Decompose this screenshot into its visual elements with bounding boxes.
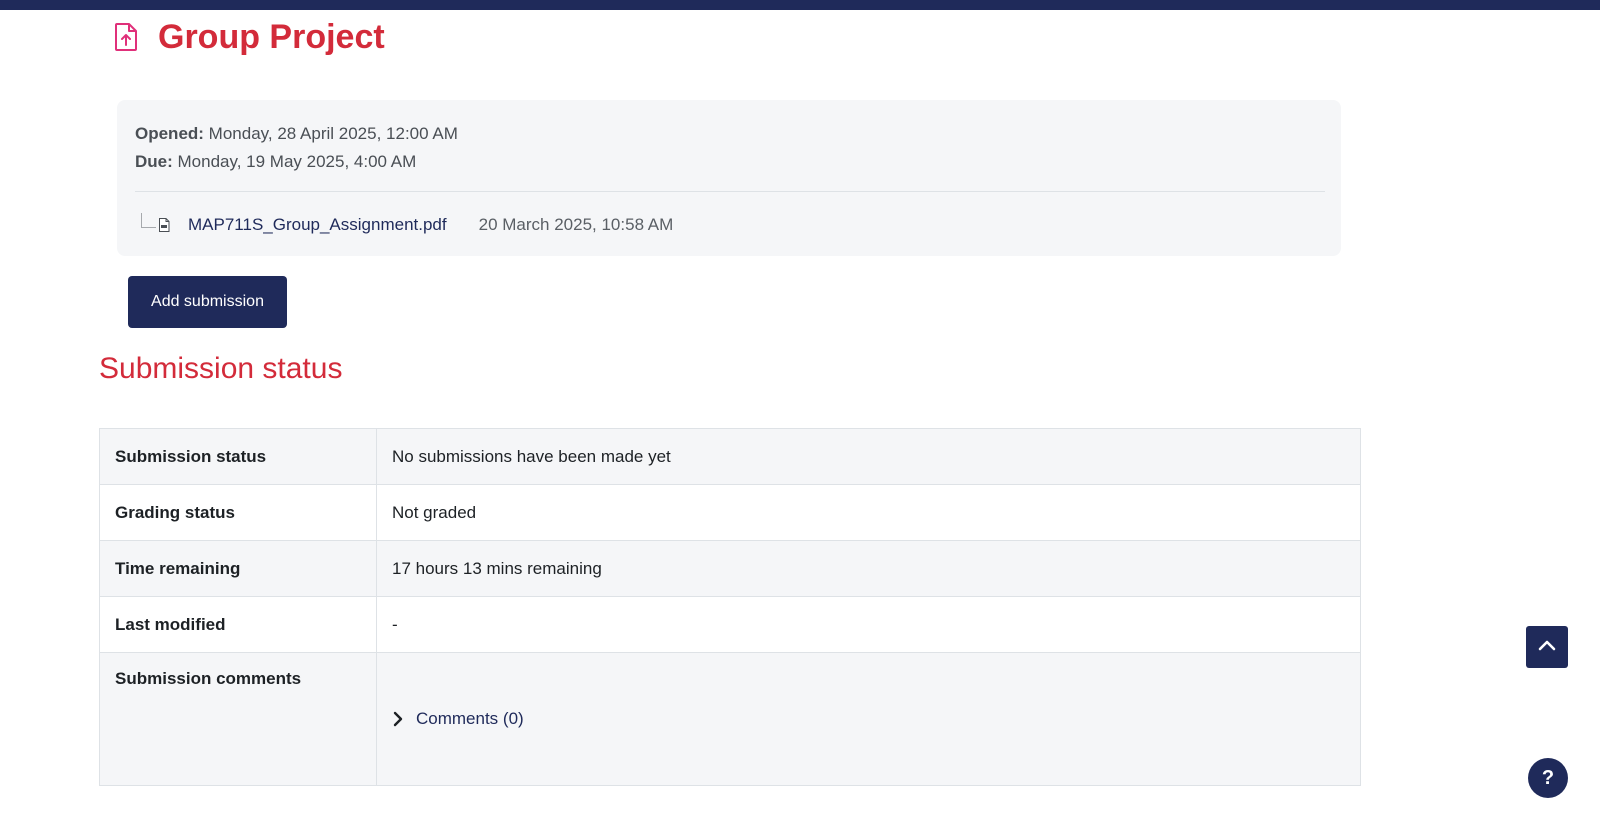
row-value: 17 hours 13 mins remaining (376, 540, 1361, 597)
row-value: - (376, 596, 1361, 653)
comments-toggle[interactable]: Comments (0) (392, 709, 524, 729)
back-to-top-button[interactable] (1526, 626, 1568, 668)
table-row: Grading status Not graded (99, 484, 1361, 541)
attachment-date: 20 March 2025, 10:58 AM (478, 215, 674, 234)
due-date: Due: Monday, 19 May 2025, 4:00 AM (135, 148, 458, 176)
top-navbar (0, 0, 1600, 10)
tree-connector (141, 212, 156, 228)
activity-dates: Opened: Monday, 28 April 2025, 12:00 AM … (135, 120, 458, 176)
table-row: Last modified - (99, 596, 1361, 653)
submission-status-heading: Submission status (99, 352, 343, 385)
assignment-upload-icon (112, 21, 140, 53)
due-value: Monday, 19 May 2025, 4:00 AM (172, 152, 417, 171)
page-title: Group Project (158, 17, 385, 56)
comments-link: Comments (0) (416, 708, 524, 728)
row-label: Time remaining (99, 540, 377, 597)
activity-dates-panel: Opened: Monday, 28 April 2025, 12:00 AM … (117, 100, 1341, 256)
opened-date: Opened: Monday, 28 April 2025, 12:00 AM (135, 120, 458, 148)
due-label: Due: (135, 152, 173, 171)
opened-value: Monday, 28 April 2025, 12:00 AM (203, 124, 458, 143)
row-label: Submission comments (99, 652, 377, 786)
divider (135, 191, 1325, 192)
opened-label: Opened: (135, 124, 204, 143)
table-row: Submission status No submissions have be… (99, 428, 1361, 485)
add-submission-button[interactable]: Add submission (128, 276, 287, 328)
chevron-right-icon (392, 711, 404, 727)
row-label: Last modified (99, 596, 377, 653)
help-button[interactable]: ? (1528, 758, 1568, 798)
row-value: Not graded (376, 484, 1361, 541)
row-label: Submission status (99, 428, 377, 485)
attachment-row: MAP711S_Group_Assignment.pdf 20 March 20… (141, 212, 673, 238)
pdf-file-icon (158, 217, 172, 233)
page-header: Group Project (112, 16, 385, 58)
table-row: Submission comments Comments (0) (99, 652, 1361, 786)
row-value: No submissions have been made yet (376, 428, 1361, 485)
chevron-up-icon (1538, 638, 1556, 656)
table-row: Time remaining 17 hours 13 mins remainin… (99, 540, 1361, 597)
attachment-link[interactable]: MAP711S_Group_Assignment.pdf (188, 215, 447, 235)
comments-cell: Comments (0) (376, 652, 1361, 786)
submission-status-table: Submission status No submissions have be… (99, 428, 1361, 786)
help-label: ? (1541, 766, 1555, 789)
row-label: Grading status (99, 484, 377, 541)
